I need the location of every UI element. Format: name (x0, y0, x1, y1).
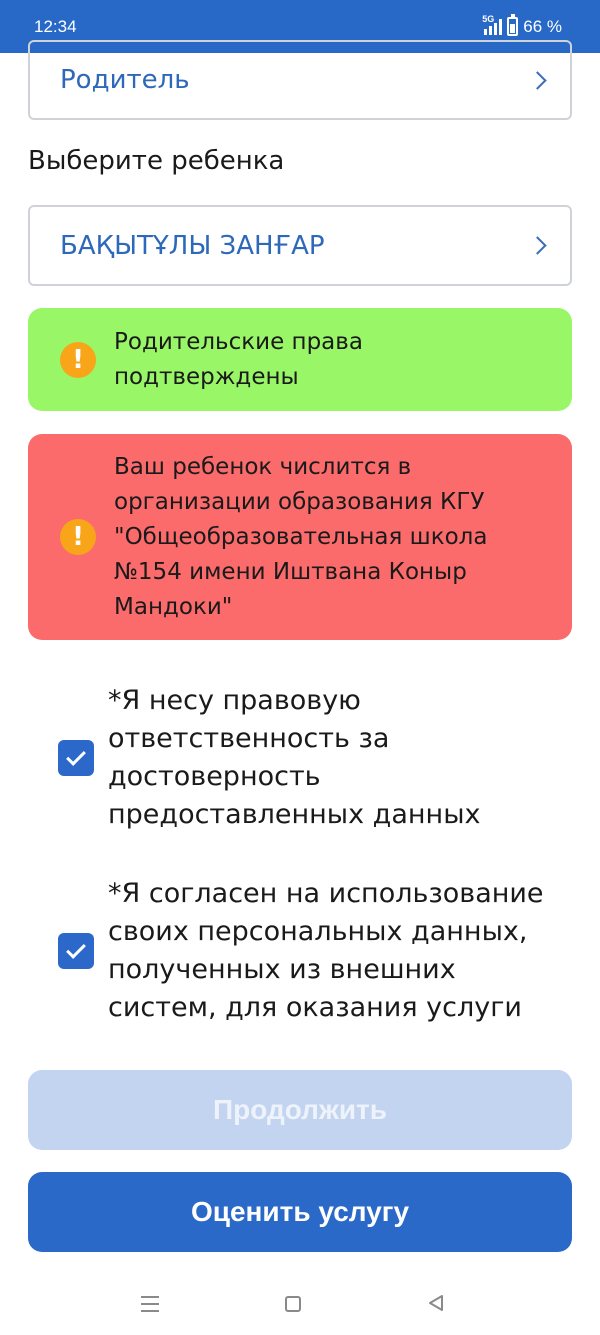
battery-icon (507, 14, 519, 36)
alert-text: Родительские права подтверждены (114, 328, 363, 390)
child-select-label: Выберите ребенка (28, 146, 285, 176)
checkmark-icon (66, 746, 86, 766)
network-type: 5G (482, 13, 495, 24)
status-time: 12:34 (34, 16, 77, 36)
legal-consent-text: *Я несу правовую ответственность за дост… (108, 685, 481, 830)
parental-rights-alert: ! Родительские права подтверждены (28, 308, 572, 411)
rate-service-button[interactable]: Оценить услугу (28, 1172, 572, 1252)
personal-data-checkbox[interactable] (58, 933, 94, 969)
alert-text: Ваш ребенок числится в организации образ… (114, 453, 488, 620)
child-select-value: БАҚЫТҰЛЫ ЗАНҒАР (60, 230, 325, 261)
signal-icon: 5G (482, 14, 503, 35)
status-icons: 5G 66 % (482, 14, 562, 37)
menu-icon[interactable] (141, 1296, 159, 1317)
school-enrollment-alert: ! Ваш ребенок числится в организации обр… (28, 434, 572, 640)
continue-button[interactable]: Продолжить (28, 1070, 572, 1150)
legal-consent-checkbox[interactable] (58, 740, 94, 776)
warning-icon: ! (60, 341, 96, 378)
legal-responsibility-consent[interactable]: *Я несу правовую ответственность за дост… (58, 682, 558, 834)
applicant-type-value: Родитель (60, 65, 190, 95)
chevron-right-icon (528, 236, 547, 255)
personal-data-text: *Я согласен на использование своих персо… (108, 878, 544, 1023)
personal-data-consent[interactable]: *Я согласен на использование своих персо… (58, 875, 558, 1027)
applicant-type-select[interactable]: Родитель (28, 40, 572, 120)
home-icon[interactable] (285, 1296, 301, 1312)
checkmark-icon (66, 939, 86, 959)
battery-level: 66 % (523, 16, 562, 36)
system-nav-bar (0, 1278, 600, 1335)
chevron-right-icon (528, 70, 547, 90)
warning-icon: ! (60, 519, 96, 555)
child-select[interactable]: БАҚЫТҰЛЫ ЗАНҒАР (28, 205, 572, 286)
